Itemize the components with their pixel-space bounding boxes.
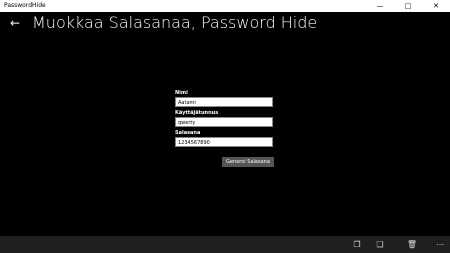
close-icon[interactable]: ✕ bbox=[422, 0, 450, 12]
title-bar: PasswordHide — □ ✕ bbox=[0, 0, 450, 12]
maximize-icon[interactable]: □ bbox=[394, 0, 422, 12]
more-icon[interactable]: ⋯ bbox=[434, 239, 446, 251]
username-label: Käyttäjätunnus bbox=[175, 110, 219, 116]
paste-icon[interactable]: ❏ bbox=[374, 239, 386, 251]
password-label: Salasana bbox=[175, 130, 201, 136]
app-name: PasswordHide bbox=[4, 2, 46, 9]
edit-password-form: Nimi Aatami Käyttäjätunnus qwerty Salasa… bbox=[175, 90, 275, 167]
username-field[interactable]: qwerty bbox=[175, 117, 273, 127]
minimize-icon[interactable]: — bbox=[366, 0, 394, 12]
name-field[interactable]: Aatami bbox=[175, 97, 273, 107]
generate-password-button[interactable]: Generoi Salasana bbox=[222, 157, 274, 167]
password-field[interactable]: 1234567890 bbox=[175, 137, 273, 147]
page-title: Muokkaa Salasanaa, Password Hide bbox=[32, 13, 318, 32]
name-label: Nimi bbox=[175, 90, 188, 96]
back-arrow-icon[interactable]: ← bbox=[8, 16, 22, 30]
command-bar: ❐ ❏ 🗑 ⋯ bbox=[0, 236, 450, 253]
copy-icon[interactable]: ❐ bbox=[351, 239, 363, 251]
delete-icon[interactable]: 🗑 bbox=[406, 239, 418, 251]
